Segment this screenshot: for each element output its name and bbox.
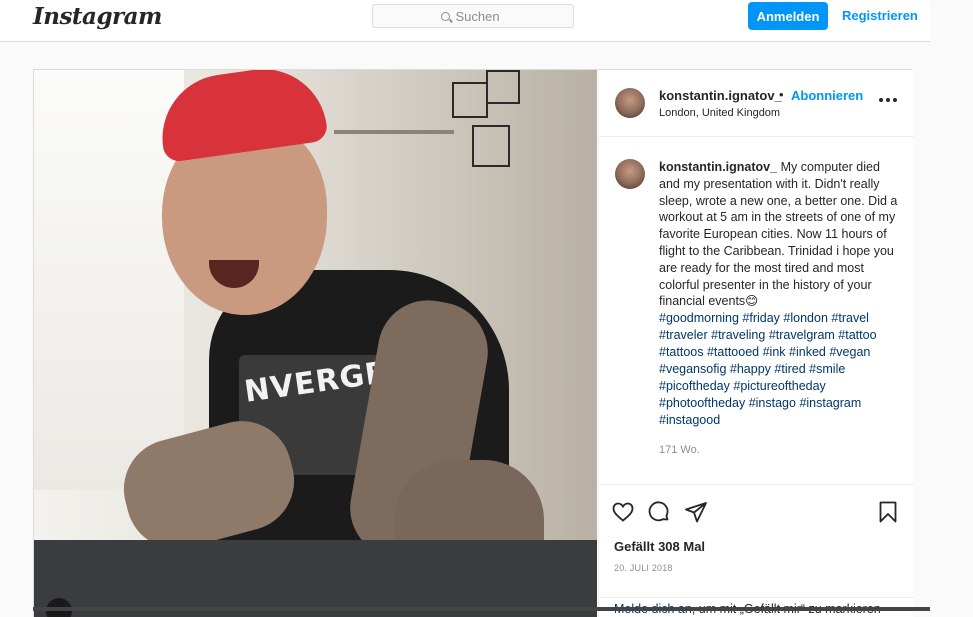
- instagram-logo[interactable]: Instagram: [33, 3, 162, 30]
- hashtag-link[interactable]: #instagram: [799, 396, 861, 410]
- post-caption: konstantin.ignatov_ My computer died and…: [659, 159, 904, 310]
- hashtag-link[interactable]: #tattoos: [659, 345, 703, 359]
- post-photo[interactable]: NVERGE: [34, 70, 597, 617]
- hashtag-link[interactable]: #london: [783, 311, 828, 325]
- photo-wire-cube: [486, 70, 520, 104]
- hashtag-link[interactable]: #friday: [742, 311, 780, 325]
- post-username[interactable]: konstantin.ignatov_: [659, 88, 782, 103]
- hashtag-link[interactable]: #picoftheday: [659, 379, 730, 393]
- bookmark-icon[interactable]: [875, 499, 901, 525]
- post-header: konstantin.ignatov_ • Abonnieren London,…: [599, 70, 914, 137]
- hashtag-link[interactable]: #travel: [831, 311, 869, 325]
- hashtag-link[interactable]: #happy: [730, 362, 771, 376]
- post-date: 20. JULI 2018: [614, 563, 673, 573]
- hashtag-link[interactable]: #inked: [789, 345, 826, 359]
- hashtag-link[interactable]: #tattoo: [838, 328, 876, 342]
- search-box[interactable]: [372, 4, 574, 28]
- post-actions: Gefällt 308 Mal 20. JULI 2018 Melde dich…: [599, 484, 914, 617]
- heart-icon[interactable]: [610, 499, 636, 525]
- login-button[interactable]: Anmelden: [748, 2, 828, 30]
- comment-icon[interactable]: [646, 499, 672, 525]
- register-link[interactable]: Registrieren: [842, 8, 918, 23]
- hashtag-link[interactable]: #traveling: [711, 328, 765, 342]
- hashtag-link[interactable]: #travelgram: [769, 328, 835, 342]
- caption-avatar[interactable]: [615, 159, 645, 189]
- avatar[interactable]: [615, 88, 645, 118]
- hashtag-link[interactable]: #smile: [809, 362, 845, 376]
- hashtag-link[interactable]: #instago: [749, 396, 796, 410]
- photo-window-light: [34, 70, 184, 490]
- photo-wire-cube: [452, 82, 488, 118]
- header-separator: •: [779, 87, 784, 102]
- share-icon[interactable]: [683, 499, 709, 525]
- post-location[interactable]: London, United Kingdom: [659, 107, 780, 119]
- photo-shelf: [334, 130, 454, 134]
- more-options-icon[interactable]: [879, 98, 897, 102]
- hashtag-link[interactable]: #traveler: [659, 328, 708, 342]
- post-card: NVERGE konstantin.ignatov_ • Abonnieren …: [33, 69, 914, 617]
- hashtag-link[interactable]: #ink: [763, 345, 786, 359]
- photo-sofa: [34, 540, 597, 617]
- search-input[interactable]: [455, 8, 506, 24]
- caption-text: My computer died and my presentation wit…: [659, 160, 898, 309]
- bottom-scrollbar[interactable]: [33, 607, 930, 611]
- hashtag-link[interactable]: #pictureoftheday: [733, 379, 825, 393]
- hashtag-link[interactable]: #photooftheday: [659, 396, 745, 410]
- hashtag-link[interactable]: #tired: [774, 362, 805, 376]
- hashtag-link[interactable]: #tattooed: [707, 345, 759, 359]
- caption-username[interactable]: konstantin.ignatov_: [659, 160, 777, 174]
- hashtag-link[interactable]: #vegansofig: [659, 362, 726, 376]
- hashtag-link[interactable]: #instagood: [659, 413, 720, 427]
- like-count[interactable]: Gefällt 308 Mal: [614, 539, 705, 554]
- hashtag-link[interactable]: #vegan: [829, 345, 870, 359]
- post-sidebar: konstantin.ignatov_ • Abonnieren London,…: [598, 70, 914, 617]
- hashtag-link[interactable]: #goodmorning: [659, 311, 739, 325]
- search-icon: [440, 11, 450, 21]
- follow-button[interactable]: Abonnieren: [791, 88, 863, 103]
- caption-hashtags: #goodmorning #friday #london #travel #tr…: [659, 310, 904, 429]
- photo-wire-cube: [472, 125, 510, 167]
- top-navigation: Instagram Anmelden Registrieren: [0, 0, 930, 42]
- caption-time: 171 Wo.: [659, 444, 700, 456]
